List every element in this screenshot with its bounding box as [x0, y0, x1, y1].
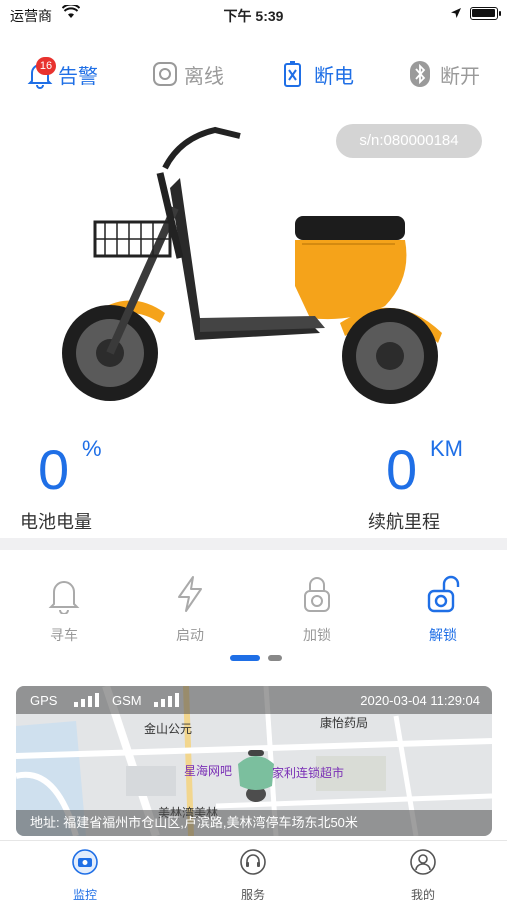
start-label: 启动 — [176, 627, 204, 643]
battery-unit: % — [82, 436, 102, 461]
map-poi: 康怡药局 — [320, 716, 369, 730]
clock: 下午 5:39 — [223, 8, 284, 24]
tab-monitor-label: 监控 — [72, 888, 97, 900]
unlock-icon — [427, 575, 460, 613]
unlock-button[interactable]: 解锁 — [403, 574, 483, 645]
power-cut-icon — [282, 59, 310, 89]
range-value: 0 — [386, 438, 418, 501]
bell-icon — [48, 581, 80, 615]
headset-icon — [240, 849, 266, 875]
tab-mine-label: 我的 — [410, 888, 435, 900]
find-car-label: 寻车 — [50, 627, 78, 643]
map-poi: 家利连锁超市 — [272, 766, 345, 780]
page-indicator — [0, 655, 507, 663]
tab-monitor[interactable]: 监控 — [40, 849, 130, 900]
tab-service-label: 服务 — [240, 888, 265, 900]
power-status: 断电 — [282, 52, 354, 96]
lock-icon — [304, 577, 330, 612]
section-divider — [0, 538, 507, 550]
lock-button[interactable]: 加锁 — [277, 574, 357, 645]
alarm-label: 告警 — [58, 65, 98, 88]
location-arrow-icon — [451, 8, 461, 18]
bluetooth-status[interactable]: 断开 — [408, 52, 480, 96]
unlock-label: 解锁 — [429, 627, 457, 643]
offline-label: 离线 — [184, 65, 224, 88]
monitor-icon — [72, 849, 98, 875]
lightning-icon — [178, 576, 202, 612]
map-signal-bar: GPS GSM 2020-03-04 11:29:04 — [16, 686, 492, 714]
user-icon — [410, 849, 436, 875]
tab-service[interactable]: 服务 — [208, 849, 298, 900]
map-address: 地址: 福建省福州市仓山区,卢滨路,美林湾停车场东北50米 — [16, 810, 492, 836]
gsm-signal-icon — [154, 693, 179, 707]
battery-fill — [472, 9, 495, 17]
battery-icon — [470, 7, 501, 20]
map-poi: 金山公元 — [144, 722, 193, 736]
online-status: 离线 — [152, 52, 224, 96]
vehicle-state-row: 16 告警 离线 断电 断开 — [0, 52, 507, 96]
location-map-card[interactable]: GPS GSM 2020-03-04 11:29:04 金山公元 康怡药局 星海… — [16, 686, 492, 836]
bottom-tab-bar: 监控 服务 我的 — [0, 840, 507, 900]
offline-icon — [152, 59, 180, 89]
bell-icon: 16 — [26, 57, 56, 89]
map-datetime: 2020-03-04 11:29:04 — [360, 693, 480, 708]
page-dot-active[interactable] — [230, 655, 260, 661]
power-label: 断电 — [314, 65, 354, 88]
gsm-label: GSM — [112, 693, 142, 708]
tab-mine[interactable]: 我的 — [378, 849, 468, 900]
battery-label: 电池电量 — [20, 512, 92, 532]
bluetooth-icon — [408, 59, 436, 89]
range-label: 续航里程 — [368, 512, 440, 532]
range-unit: KM — [430, 436, 463, 461]
gps-signal-icon — [74, 693, 99, 707]
alarm-count-badge: 16 — [36, 57, 56, 75]
map-poi: 星海网吧 — [184, 764, 233, 778]
battery-value: 0 — [38, 438, 70, 501]
scooter-image — [62, 126, 442, 404]
lock-label: 加锁 — [303, 627, 331, 643]
gps-label: GPS — [30, 693, 58, 708]
alarm-status[interactable]: 16 告警 — [26, 52, 98, 96]
page-dot[interactable] — [268, 655, 282, 661]
status-bar: 运营商 下午 5:39 — [0, 0, 507, 30]
bluetooth-label: 断开 — [440, 65, 480, 88]
find-car-button[interactable]: 寻车 — [24, 574, 104, 645]
start-button[interactable]: 启动 — [150, 574, 230, 645]
